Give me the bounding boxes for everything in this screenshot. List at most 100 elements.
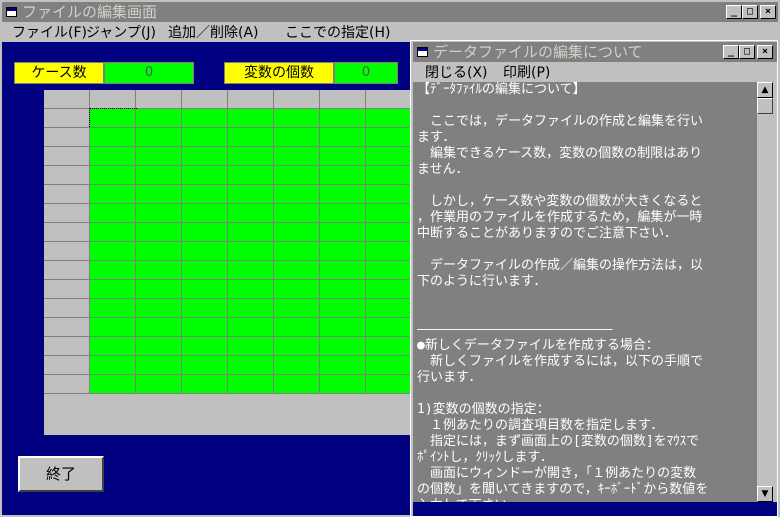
grid-cell[interactable] (320, 166, 366, 185)
grid-cell[interactable] (90, 280, 136, 299)
grid-cell[interactable] (228, 185, 274, 204)
grid-cell[interactable] (320, 185, 366, 204)
grid-row-header[interactable] (44, 337, 90, 356)
grid-cell[interactable] (274, 204, 320, 223)
grid-cell[interactable] (136, 242, 182, 261)
help-app-icon[interactable] (417, 47, 428, 57)
grid-cell[interactable] (136, 280, 182, 299)
grid-column-header[interactable] (274, 90, 320, 109)
grid-cell[interactable] (320, 242, 366, 261)
grid-cell[interactable] (182, 318, 228, 337)
menu-jump[interactable]: ジャンプ(J) (86, 23, 156, 43)
grid-row-header[interactable] (44, 185, 90, 204)
app-icon[interactable] (6, 7, 17, 17)
grid-cell[interactable] (90, 204, 136, 223)
grid-cell[interactable] (274, 185, 320, 204)
grid-cell[interactable] (136, 185, 182, 204)
grid-cell[interactable] (228, 299, 274, 318)
grid-cell[interactable] (136, 204, 182, 223)
grid-column-header[interactable] (366, 90, 412, 109)
grid-cell[interactable] (320, 299, 366, 318)
grid-cell[interactable] (90, 166, 136, 185)
grid-cell[interactable] (136, 299, 182, 318)
grid-cell[interactable] (274, 375, 320, 394)
grid-row-header[interactable] (44, 280, 90, 299)
grid-row-header[interactable] (44, 261, 90, 280)
grid-cell[interactable] (274, 280, 320, 299)
grid-cell[interactable] (90, 242, 136, 261)
grid-cell[interactable] (136, 147, 182, 166)
data-grid[interactable] (44, 90, 414, 435)
grid-cell[interactable] (366, 375, 412, 394)
grid-cell[interactable] (228, 204, 274, 223)
grid-cell[interactable] (366, 356, 412, 375)
grid-row-header[interactable] (44, 242, 90, 261)
grid-cell[interactable] (90, 356, 136, 375)
grid-cell[interactable] (182, 128, 228, 147)
grid-cell[interactable] (366, 185, 412, 204)
grid-cell[interactable] (366, 337, 412, 356)
grid-cell[interactable] (228, 318, 274, 337)
grid-cell[interactable] (366, 166, 412, 185)
grid-cell[interactable] (274, 109, 320, 128)
grid-cell[interactable] (366, 261, 412, 280)
grid-cell[interactable] (90, 185, 136, 204)
help-scrollbar[interactable]: ▲ ▼ (757, 82, 773, 502)
help-maximize-button[interactable]: □ (739, 45, 755, 59)
grid-cell[interactable] (136, 261, 182, 280)
grid-cell[interactable] (136, 337, 182, 356)
grid-row-header[interactable] (44, 204, 90, 223)
grid-cell[interactable] (90, 337, 136, 356)
grid-cell[interactable] (89, 108, 137, 129)
grid-cell[interactable] (320, 375, 366, 394)
grid-cell[interactable] (90, 318, 136, 337)
grid-cell[interactable] (182, 299, 228, 318)
grid-cell[interactable] (274, 147, 320, 166)
grid-cell[interactable] (182, 261, 228, 280)
grid-row-header[interactable] (44, 128, 90, 147)
grid-cell[interactable] (228, 375, 274, 394)
grid-cell[interactable] (366, 147, 412, 166)
grid-cell[interactable] (320, 109, 366, 128)
grid-cell[interactable] (182, 109, 228, 128)
menu-file[interactable]: ファイル(F) (12, 23, 87, 43)
grid-cell[interactable] (136, 223, 182, 242)
help-menu-print[interactable]: 印刷(P) (503, 63, 550, 83)
grid-cell[interactable] (228, 128, 274, 147)
grid-cell[interactable] (274, 318, 320, 337)
grid-cell[interactable] (182, 356, 228, 375)
grid-cell[interactable] (136, 109, 182, 128)
scroll-up-arrow-icon[interactable]: ▲ (757, 82, 773, 98)
grid-column-header[interactable] (320, 90, 366, 109)
grid-cell[interactable] (136, 166, 182, 185)
menu-settings[interactable]: ここでの指定(H) (285, 23, 390, 43)
grid-cell[interactable] (228, 337, 274, 356)
grid-row-header[interactable] (44, 375, 90, 394)
grid-column-header[interactable] (90, 90, 136, 109)
help-close-button[interactable]: × (757, 45, 773, 59)
grid-cell[interactable] (136, 375, 182, 394)
help-minimize-button[interactable]: _ (723, 45, 739, 59)
grid-cell[interactable] (228, 223, 274, 242)
grid-cell[interactable] (90, 375, 136, 394)
grid-cell[interactable] (228, 242, 274, 261)
grid-cell[interactable] (182, 242, 228, 261)
grid-row-header[interactable] (44, 223, 90, 242)
grid-cell[interactable] (228, 280, 274, 299)
grid-row-header[interactable] (44, 166, 90, 185)
grid-cell[interactable] (228, 109, 274, 128)
grid-row-header[interactable] (44, 299, 90, 318)
grid-cell[interactable] (182, 166, 228, 185)
grid-cell[interactable] (136, 318, 182, 337)
grid-cell[interactable] (228, 166, 274, 185)
grid-cell[interactable] (320, 204, 366, 223)
grid-cell[interactable] (320, 356, 366, 375)
grid-cell[interactable] (90, 299, 136, 318)
grid-cell[interactable] (274, 128, 320, 147)
help-menu-close[interactable]: 閉じる(X) (425, 63, 488, 83)
grid-cell[interactable] (228, 147, 274, 166)
grid-row-header[interactable] (44, 356, 90, 375)
grid-cell[interactable] (182, 337, 228, 356)
grid-cell[interactable] (182, 185, 228, 204)
scroll-thumb[interactable] (757, 98, 773, 114)
